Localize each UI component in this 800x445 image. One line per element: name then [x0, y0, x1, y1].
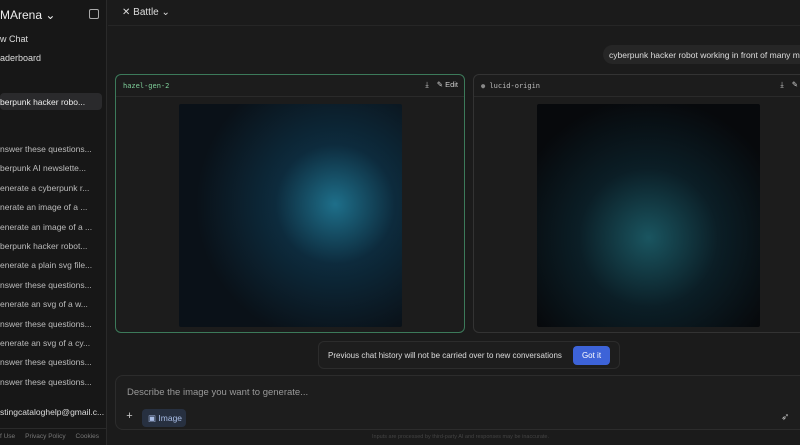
history-item[interactable]: enerate a plain svg file...	[0, 260, 92, 270]
mode-label: Battle	[133, 7, 159, 18]
history-item[interactable]: nswer these questions...	[0, 377, 92, 387]
new-chat-link[interactable]: w Chat	[0, 34, 28, 44]
generated-image[interactable]	[537, 104, 760, 327]
history-item[interactable]: enerate an image of a ...	[0, 222, 92, 232]
mode-selector[interactable]: ✕ Battle ⌄	[122, 7, 170, 18]
brand-menu[interactable]: MArena ⌄	[0, 8, 55, 22]
toast-text: Previous chat history will not be carrie…	[328, 351, 562, 360]
response-card-b: ● lucid-origin ⤓ ✎	[473, 74, 800, 333]
cookies-link[interactable]: Cookies	[76, 433, 99, 440]
history-item[interactable]: berpunk hacker robot...	[0, 241, 87, 251]
history-item[interactable]: enerate an svg of a w...	[0, 299, 88, 309]
privacy-link[interactable]: Privacy Policy	[25, 433, 65, 440]
notice-toast: Previous chat history will not be carrie…	[318, 341, 620, 369]
user-prompt-bubble: cyberpunk hacker robot working in front …	[603, 45, 800, 64]
response-card-a: hazel-gen-2 ⤓ ✎ Edit	[115, 74, 465, 333]
model-name: hazel-gen-2	[123, 82, 170, 90]
edit-button[interactable]: ✎ Edit	[437, 80, 458, 90]
header: ✕ Battle ⌄	[108, 0, 800, 26]
history-item[interactable]: enerate an svg of a cy...	[0, 338, 90, 348]
collapse-sidebar-icon[interactable]	[89, 9, 99, 19]
model-name: lucid-origin	[489, 82, 541, 90]
active-chat-item[interactable]: berpunk hacker robo...	[0, 93, 102, 110]
history-item[interactable]: enerate a cyberpunk r...	[0, 183, 89, 193]
history-item[interactable]: nswer these questions...	[0, 357, 92, 367]
edit-label: Edit	[445, 80, 458, 89]
model-avatar-icon: ●	[481, 82, 486, 90]
send-icon[interactable]: ➶	[781, 412, 789, 423]
download-icon[interactable]: ⤓	[780, 80, 783, 90]
got-it-button[interactable]: Got it	[573, 346, 610, 365]
battle-icon: ✕	[122, 7, 131, 18]
image-label: Image	[158, 413, 183, 423]
disclaimer: Inputs are processed by third-party AI a…	[372, 434, 550, 440]
generated-image[interactable]	[179, 104, 402, 327]
history-item[interactable]: nswer these questions...	[0, 280, 92, 290]
prompt-input[interactable]: Describe the image you want to generate.…	[115, 375, 800, 430]
terms-link[interactable]: f Use	[0, 433, 15, 440]
history-item[interactable]: nerate an image of a ...	[0, 202, 87, 212]
image-mode-button[interactable]: ▣ Image	[142, 409, 186, 427]
history-item[interactable]: nswer these questions...	[0, 319, 92, 329]
add-icon[interactable]: +	[123, 410, 136, 426]
download-icon[interactable]: ⤓	[425, 80, 428, 90]
leaderboard-link[interactable]: aderboard	[0, 53, 41, 63]
image-icon: ▣	[148, 413, 157, 423]
prompt-placeholder: Describe the image you want to generate.…	[127, 387, 309, 398]
sidebar: MArena ⌄ w Chat aderboard berpunk hacker…	[0, 0, 107, 445]
user-email[interactable]: stingcataloghelp@gmail.c...	[0, 407, 104, 417]
edit-icon[interactable]: ✎	[792, 80, 798, 90]
history-item[interactable]: nswer these questions...	[0, 144, 92, 154]
history-item[interactable]: berpunk AI newslette...	[0, 163, 86, 173]
brand-name: MArena	[0, 8, 43, 22]
